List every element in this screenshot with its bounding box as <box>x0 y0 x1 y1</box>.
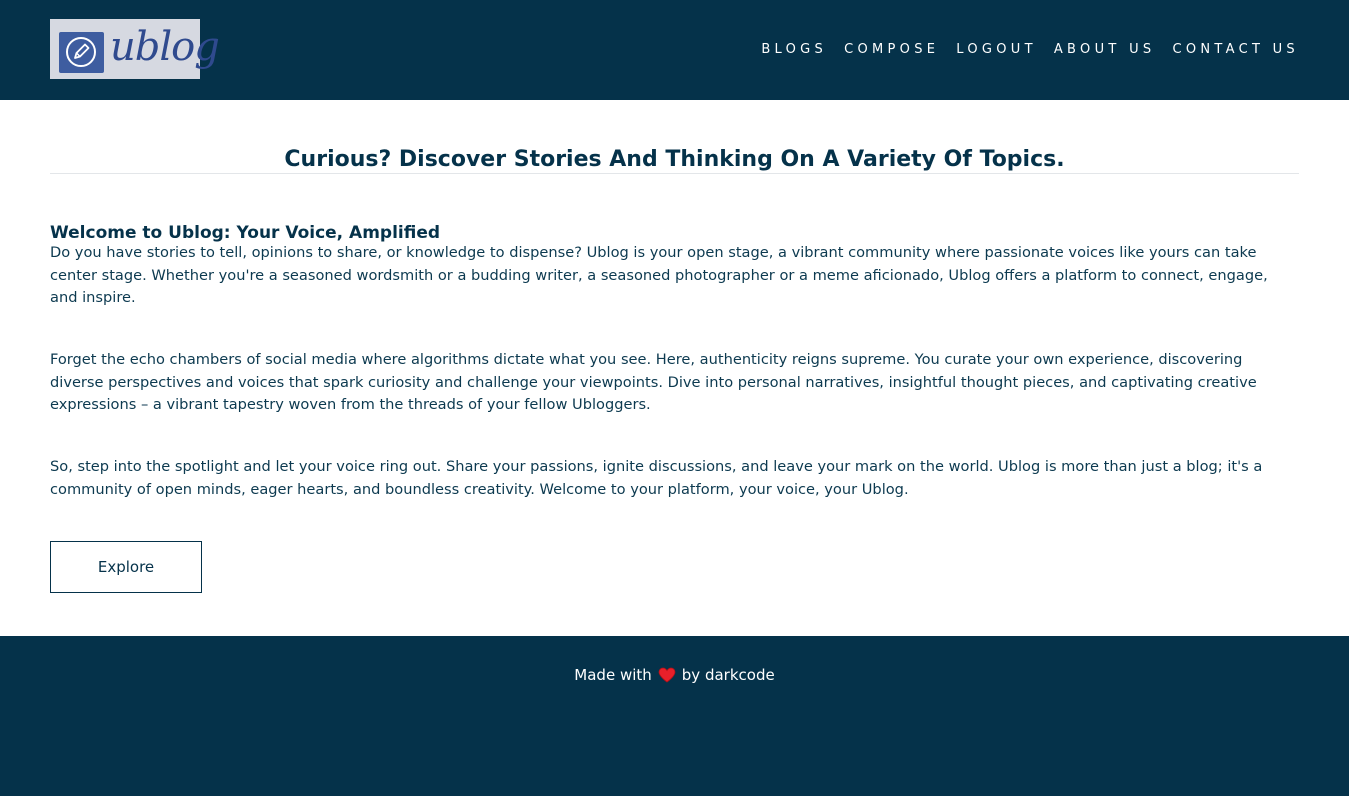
logo-text: ublog <box>110 24 220 70</box>
main-nav: BLOGS COMPOSE LOGOUT ABOUT US CONTACT US <box>744 41 1299 59</box>
page-tagline: Curious? Discover Stories And Thinking O… <box>284 147 1065 172</box>
welcome-title: Welcome to Ublog: Your Voice, Amplified <box>50 223 441 243</box>
nav-logout[interactable]: LOGOUT <box>956 41 1037 59</box>
intro-paragraph-2: Forget the echo chambers of social media… <box>50 351 1257 413</box>
intro-paragraph-1: Do you have stories to tell, opinions to… <box>50 244 1268 306</box>
nav-contact-us[interactable]: CONTACT US <box>1172 41 1299 59</box>
pencil-icon <box>59 32 104 73</box>
divider <box>50 173 1299 174</box>
site-footer <box>0 636 1349 796</box>
explore-button[interactable]: Explore <box>50 541 202 593</box>
footer-by: by darkcode <box>681 666 775 684</box>
heart-icon <box>658 667 676 688</box>
footer-made-with: Made with <box>574 666 652 684</box>
footer-credit: Made with by darkcode <box>0 665 1349 688</box>
intro-paragraph-3: So, step into the spotlight and let your… <box>50 458 1263 498</box>
site-header: ublog BLOGS COMPOSE LOGOUT ABOUT US CONT… <box>0 0 1349 100</box>
nav-blogs[interactable]: BLOGS <box>761 41 827 59</box>
nav-compose[interactable]: COMPOSE <box>844 41 939 59</box>
site-logo[interactable]: ublog <box>50 19 220 79</box>
nav-about-us[interactable]: ABOUT US <box>1054 41 1156 59</box>
